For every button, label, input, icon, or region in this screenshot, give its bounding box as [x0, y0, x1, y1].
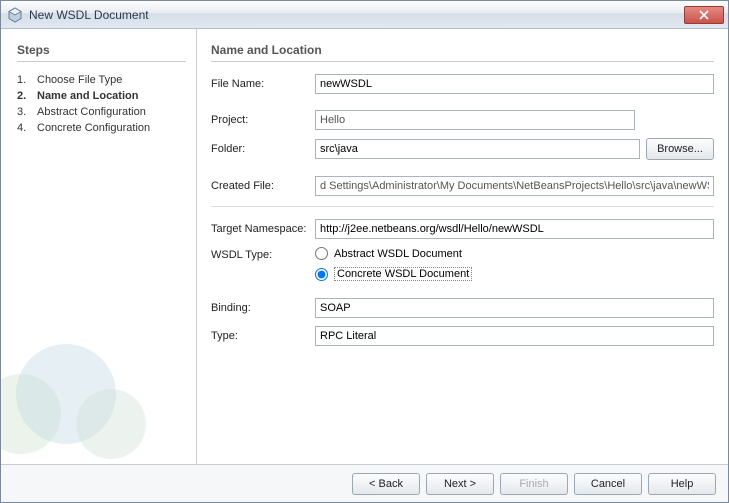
- row-file-name: File Name:: [211, 74, 714, 94]
- radio-concrete-input[interactable]: [315, 268, 328, 281]
- content-area: Steps 1.Choose File Type 2.Name and Loca…: [1, 29, 728, 464]
- created-file-field: [315, 176, 714, 196]
- divider: [211, 61, 714, 62]
- type-select[interactable]: RPC Literal: [315, 326, 714, 346]
- steps-list: 1.Choose File Type 2.Name and Location 3…: [17, 72, 186, 136]
- wizard-steps-sidebar: Steps 1.Choose File Type 2.Name and Loca…: [1, 29, 197, 464]
- wsdl-type-group: Abstract WSDL Document Concrete WSDL Doc…: [315, 247, 472, 284]
- target-namespace-input[interactable]: [315, 219, 714, 239]
- binding-select[interactable]: SOAP: [315, 298, 714, 318]
- label-project: Project:: [211, 114, 315, 126]
- divider: [211, 206, 714, 207]
- radio-concrete-label: Concrete WSDL Document: [334, 267, 472, 281]
- cancel-button[interactable]: Cancel: [574, 473, 642, 495]
- main-panel: Name and Location File Name: Project: Fo…: [197, 29, 728, 464]
- step-item-current: 2.Name and Location: [17, 88, 186, 104]
- close-icon: [699, 10, 709, 20]
- label-wsdl-type: WSDL Type:: [211, 247, 315, 261]
- radio-abstract-input[interactable]: [315, 247, 328, 260]
- step-item: 4.Concrete Configuration: [17, 120, 186, 136]
- label-file-name: File Name:: [211, 78, 315, 90]
- back-button[interactable]: < Back: [352, 473, 420, 495]
- label-created-file: Created File:: [211, 180, 315, 192]
- finish-button[interactable]: Finish: [500, 473, 568, 495]
- label-target-namespace: Target Namespace:: [211, 223, 315, 235]
- titlebar: New WSDL Document: [1, 1, 728, 29]
- folder-input[interactable]: [315, 139, 640, 159]
- wizard-footer: < Back Next > Finish Cancel Help: [1, 464, 728, 502]
- help-button[interactable]: Help: [648, 473, 716, 495]
- row-folder: Folder: Browse...: [211, 138, 714, 160]
- label-folder: Folder:: [211, 143, 315, 155]
- radio-abstract-label: Abstract WSDL Document: [334, 248, 462, 260]
- window-title: New WSDL Document: [29, 8, 684, 22]
- next-button[interactable]: Next >: [426, 473, 494, 495]
- row-wsdl-type: WSDL Type: Abstract WSDL Document Concre…: [211, 247, 714, 284]
- row-binding: Binding: SOAP: [211, 298, 714, 318]
- radio-concrete[interactable]: Concrete WSDL Document: [315, 267, 472, 281]
- row-project: Project:: [211, 110, 714, 130]
- label-type: Type:: [211, 330, 315, 342]
- app-icon: [7, 7, 23, 23]
- step-item: 3.Abstract Configuration: [17, 104, 186, 120]
- divider: [17, 61, 186, 62]
- file-name-input[interactable]: [315, 74, 714, 94]
- steps-heading: Steps: [17, 43, 186, 57]
- close-button[interactable]: [684, 6, 724, 24]
- browse-button[interactable]: Browse...: [646, 138, 714, 160]
- row-target-namespace: Target Namespace:: [211, 219, 714, 239]
- row-created-file: Created File:: [211, 176, 714, 196]
- label-binding: Binding:: [211, 302, 315, 314]
- project-field: [315, 110, 635, 130]
- radio-abstract[interactable]: Abstract WSDL Document: [315, 247, 472, 260]
- row-type: Type: RPC Literal: [211, 326, 714, 346]
- panel-heading: Name and Location: [211, 43, 714, 57]
- step-item: 1.Choose File Type: [17, 72, 186, 88]
